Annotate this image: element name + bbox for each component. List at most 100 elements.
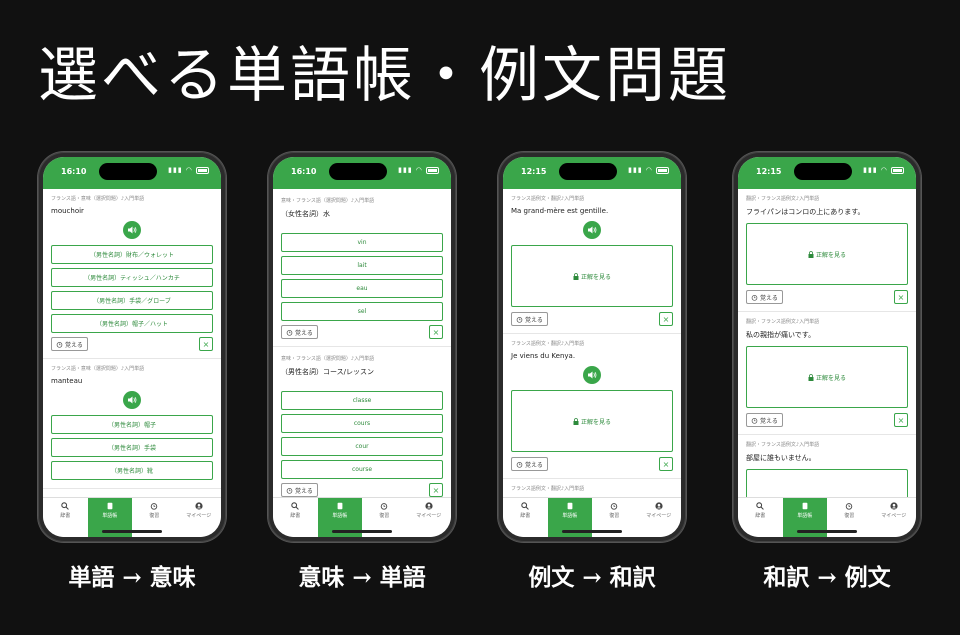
tab-label: 復習 bbox=[609, 513, 620, 519]
card-prompt: 私の親指が痛いです。 bbox=[746, 331, 816, 339]
card-prompt: 部屋に誰もいません。 bbox=[746, 454, 816, 462]
alarm-clock-icon bbox=[846, 503, 853, 510]
search-icon bbox=[61, 502, 70, 510]
alarm-clock-icon bbox=[151, 503, 158, 510]
remember-button[interactable]: 覚える bbox=[281, 483, 318, 497]
status-bar: 16:10 ▮▮▮ ◠ bbox=[43, 157, 221, 189]
signal-icon: ▮▮▮ bbox=[398, 166, 413, 174]
tab-mypage[interactable]: マイページ bbox=[177, 498, 222, 537]
choice-button[interactable]: cours bbox=[281, 414, 443, 433]
tab-label: 復習 bbox=[149, 513, 160, 519]
choice-button[interactable]: sel bbox=[281, 302, 443, 321]
close-button[interactable]: × bbox=[429, 483, 443, 497]
choice-button[interactable]: （男性名詞）手袋／グローブ bbox=[51, 291, 213, 310]
card-actions: 覚える × bbox=[511, 457, 673, 471]
tab-mypage[interactable]: マイページ bbox=[407, 498, 452, 537]
choice-button[interactable]: （男性名詞）靴 bbox=[51, 461, 213, 480]
remember-button[interactable]: 覚える bbox=[511, 457, 548, 471]
remember-label: 覚える bbox=[760, 294, 778, 302]
signal-icon: ▮▮▮ bbox=[863, 166, 878, 174]
card-prompt: （男性名詞）コース/レッスン bbox=[281, 368, 375, 376]
phone-meaning-to-word: 16:10 ▮▮▮ ◠ 意味・フランス語（選択問題）♪入門単語 （女性名詞）水 … bbox=[268, 152, 456, 542]
card-prompt: （女性名詞）水 bbox=[281, 210, 330, 218]
close-icon: × bbox=[897, 415, 905, 425]
battery-icon bbox=[891, 166, 904, 174]
card-breadcrumb: フランス語・意味（選択問題）♪入門単語 bbox=[51, 366, 145, 372]
close-button[interactable]: × bbox=[429, 325, 443, 339]
quiz-card: 意味・フランス語（選択問題）♪入門単語 （女性名詞）水 vin lait eau… bbox=[273, 189, 451, 347]
lock-icon bbox=[808, 250, 814, 258]
phone-word-to-meaning: 16:10 ▮▮▮ ◠ フランス語・意味（選択問題）♪入門単語 mouchoir… bbox=[38, 152, 226, 542]
tab-mypage[interactable]: マイページ bbox=[637, 498, 682, 537]
quiz-list[interactable]: フランス語・意味（選択問題）♪入門単語 mouchoir （男性名詞）財布／ウォ… bbox=[43, 189, 221, 497]
choice-button[interactable]: vin bbox=[281, 233, 443, 252]
card-breadcrumb: フランス語例文・翻訳♪入門単語 bbox=[511, 196, 585, 202]
remember-button[interactable]: 覚える bbox=[746, 413, 783, 427]
close-button[interactable]: × bbox=[894, 413, 908, 427]
choice-button[interactable]: （男性名詞）手袋 bbox=[51, 438, 213, 457]
card-prompt: フライパンはコンロの上にあります。 bbox=[746, 208, 865, 216]
choice-button[interactable]: （男性名詞）帽子／ハット bbox=[51, 314, 213, 333]
tab-label: 単語帳 bbox=[797, 513, 813, 519]
close-button[interactable]: × bbox=[894, 290, 908, 304]
tab-dictionary[interactable]: 辞書 bbox=[43, 498, 88, 537]
reveal-answer-button[interactable]: 正解を見る bbox=[511, 245, 673, 307]
quiz-list[interactable]: 翻訳・フランス語例文♪入門単語 フライパンはコンロの上にあります。 正解を見る … bbox=[738, 189, 916, 497]
battery-icon bbox=[196, 166, 209, 174]
remember-button[interactable]: 覚える bbox=[511, 312, 548, 326]
status-bar: 12:15 ▮▮▮ ◠ bbox=[738, 157, 916, 189]
status-icons: ▮▮▮ ◠ bbox=[628, 166, 669, 174]
battery-icon bbox=[656, 166, 669, 174]
status-icons: ▮▮▮ ◠ bbox=[398, 166, 439, 174]
speaker-icon bbox=[588, 371, 597, 379]
tab-label: 単語帳 bbox=[332, 513, 348, 519]
home-indicator bbox=[332, 530, 392, 533]
choice-button[interactable]: eau bbox=[281, 279, 443, 298]
tab-bar: 辞書 単語帳 復習 マイページ bbox=[273, 497, 451, 537]
quiz-list[interactable]: フランス語例文・翻訳♪入門単語 Ma grand-mère est gentil… bbox=[503, 189, 681, 497]
tab-dictionary[interactable]: 辞書 bbox=[503, 498, 548, 537]
remember-button[interactable]: 覚える bbox=[281, 325, 318, 339]
dynamic-island bbox=[99, 163, 157, 180]
alarm-clock-icon bbox=[611, 503, 618, 510]
search-icon bbox=[756, 502, 765, 510]
card-breadcrumb: 意味・フランス語（選択問題）♪入門単語 bbox=[281, 198, 375, 204]
card-breadcrumb: 翻訳・フランス語例文♪入門単語 bbox=[746, 319, 820, 325]
reveal-answer-button[interactable]: 正解を見る bbox=[746, 223, 908, 285]
tab-dictionary[interactable]: 辞書 bbox=[738, 498, 783, 537]
card-breadcrumb: 意味・フランス語（選択問題）♪入門単語 bbox=[281, 356, 375, 362]
choice-button[interactable]: cour bbox=[281, 437, 443, 456]
choice-button[interactable]: classe bbox=[281, 391, 443, 410]
card-prompt: mouchoir bbox=[51, 207, 84, 215]
choice-button[interactable]: lait bbox=[281, 256, 443, 275]
close-button[interactable]: × bbox=[199, 337, 213, 351]
alarm-clock-icon bbox=[516, 461, 523, 468]
play-audio-button[interactable] bbox=[583, 366, 601, 384]
remember-button[interactable]: 覚える bbox=[746, 290, 783, 304]
reveal-answer-button[interactable]: 正解を見る bbox=[746, 346, 908, 408]
tab-label: マイページ bbox=[646, 513, 672, 519]
card-breadcrumb: フランス語・意味（選択問題）♪入門単語 bbox=[51, 196, 145, 202]
quiz-list[interactable]: 意味・フランス語（選択問題）♪入門単語 （女性名詞）水 vin lait eau… bbox=[273, 189, 451, 497]
status-time: 12:15 bbox=[521, 167, 547, 176]
close-button[interactable]: × bbox=[659, 312, 673, 326]
alarm-clock-icon bbox=[56, 341, 63, 348]
remember-button[interactable]: 覚える bbox=[51, 337, 88, 351]
reveal-answer-button[interactable]: 正解を見る bbox=[511, 390, 673, 452]
status-bar: 12:15 ▮▮▮ ◠ bbox=[503, 157, 681, 189]
choice-button[interactable]: （男性名詞）帽子 bbox=[51, 415, 213, 434]
choice-button[interactable]: course bbox=[281, 460, 443, 479]
tab-bar: 辞書 単語帳 復習 マイページ bbox=[738, 497, 916, 537]
caption-sentence-to-translation: 例文 → 和訳 bbox=[528, 564, 656, 591]
tab-dictionary[interactable]: 辞書 bbox=[273, 498, 318, 537]
play-audio-button[interactable] bbox=[583, 221, 601, 239]
choice-button[interactable]: （男性名詞）財布／ウォレット bbox=[51, 245, 213, 264]
play-audio-button[interactable] bbox=[123, 221, 141, 239]
play-audio-button[interactable] bbox=[123, 391, 141, 409]
close-button[interactable]: × bbox=[659, 457, 673, 471]
choice-button[interactable]: （男性名詞）ティッシュ／ハンカチ bbox=[51, 268, 213, 287]
close-icon: × bbox=[662, 459, 670, 469]
reveal-answer-button[interactable] bbox=[746, 469, 908, 497]
tab-mypage[interactable]: マイページ bbox=[872, 498, 917, 537]
wifi-icon: ◠ bbox=[416, 166, 423, 174]
